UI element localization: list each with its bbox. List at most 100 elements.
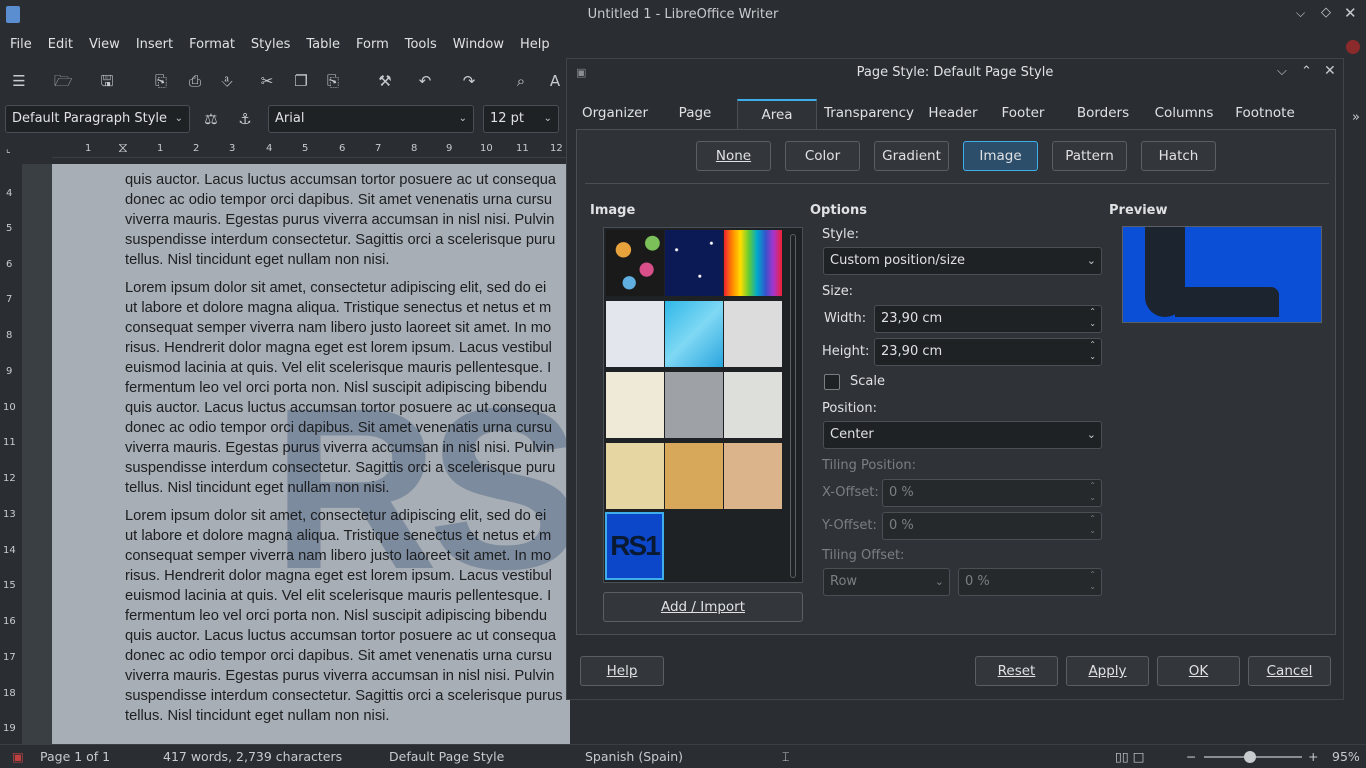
tab-columns[interactable]: Columns: [1149, 99, 1219, 130]
sidebar-close-icon[interactable]: [1346, 40, 1360, 54]
fill-none-button[interactable]: None: [696, 141, 771, 171]
print-preview-icon[interactable]: ⎀: [218, 72, 236, 90]
print-icon[interactable]: ⎙: [186, 72, 204, 90]
menu-help[interactable]: Help: [512, 30, 558, 60]
maximize-icon[interactable]: ◇: [1321, 5, 1331, 20]
zoom-slider-handle[interactable]: [1244, 751, 1256, 763]
find-icon[interactable]: ⌕: [512, 72, 530, 90]
menu-file[interactable]: File: [0, 30, 40, 60]
image-tile-pool-water[interactable]: [665, 301, 723, 367]
open-icon[interactable]: 🗁: [54, 72, 73, 90]
minimize-icon[interactable]: ⌵: [1296, 6, 1305, 21]
menu-view[interactable]: View: [81, 30, 128, 60]
undo-icon[interactable]: ↶: [416, 72, 434, 90]
add-import-button[interactable]: Add / Import: [603, 592, 803, 622]
language-status[interactable]: Spanish (Spain): [585, 749, 683, 764]
image-tile-marble[interactable]: [724, 301, 782, 367]
dialog-maximize-icon[interactable]: ⌃: [1301, 64, 1312, 79]
sidebar-toggle-icon[interactable]: ☰: [10, 72, 28, 90]
image-tile-light-texture[interactable]: [724, 372, 782, 438]
spin-arrows-icon[interactable]: ⌃ ⌄: [1089, 306, 1096, 330]
zoom-in-icon[interactable]: +: [1308, 749, 1318, 764]
redo-icon[interactable]: ↷: [460, 72, 478, 90]
image-gallery[interactable]: RS1: [603, 227, 803, 583]
image-tile-color-pencils[interactable]: [724, 230, 782, 296]
font-size-select[interactable]: 12 pt ⌄: [483, 105, 559, 133]
tab-footer[interactable]: Footer: [993, 99, 1053, 130]
scale-checkbox[interactable]: [824, 374, 840, 390]
indent-marker-icon[interactable]: ⧖: [118, 140, 128, 156]
tab-footnote[interactable]: Footnote: [1229, 99, 1301, 130]
spin-arrows-icon[interactable]: ⌃ ⌄: [1089, 339, 1096, 363]
width-field[interactable]: 23,90 cm ⌃ ⌄: [874, 305, 1102, 333]
new-style-icon[interactable]: ⚓: [236, 110, 254, 128]
cancel-button[interactable]: Cancel: [1248, 656, 1331, 686]
image-tile-painted-flowers[interactable]: [606, 230, 664, 296]
help-button[interactable]: Help: [580, 656, 664, 686]
document-text[interactable]: quis auctor. Lacus luctus accumsan torto…: [125, 170, 570, 734]
menu-form[interactable]: Form: [348, 30, 397, 60]
fill-hatch-button[interactable]: Hatch: [1141, 141, 1216, 171]
image-tile-paper-white[interactable]: [606, 301, 664, 367]
page-count[interactable]: Page 1 of 1: [40, 749, 110, 764]
document-paragraph[interactable]: Lorem ipsum dolor sit amet, consectetur …: [125, 506, 570, 726]
page-style-status[interactable]: Default Page Style: [389, 749, 504, 764]
menu-window[interactable]: Window: [445, 30, 512, 60]
zoom-slider[interactable]: [1204, 751, 1302, 763]
update-style-icon[interactable]: ⚖: [202, 110, 220, 128]
vertical-ruler[interactable]: 4 5 6 7 8 9 10 11 12 13 14 15 16 17 18 1…: [0, 164, 22, 744]
position-select[interactable]: Center ⌄: [823, 421, 1102, 449]
fill-image-button[interactable]: Image: [963, 141, 1038, 171]
tab-organizer[interactable]: Organizer: [577, 99, 653, 130]
dialog-close-icon[interactable]: ✕: [1324, 63, 1336, 79]
zoom-out-icon[interactable]: −: [1186, 749, 1196, 764]
tab-page[interactable]: Page: [665, 99, 725, 130]
clone-formatting-icon[interactable]: ⚒: [376, 72, 394, 90]
document-paragraph[interactable]: quis auctor. Lacus luctus accumsan torto…: [125, 170, 570, 270]
cut-icon[interactable]: ✂: [258, 72, 276, 90]
height-field[interactable]: 23,90 cm ⌃ ⌄: [874, 338, 1102, 366]
dialog-minimize-icon[interactable]: ⌵: [1277, 64, 1287, 79]
image-tile-cream-paper[interactable]: [606, 372, 664, 438]
tab-header[interactable]: Header: [923, 99, 983, 130]
paragraph-style-select[interactable]: Default Paragraph Style ⌄: [5, 105, 190, 133]
document-paragraph[interactable]: Lorem ipsum dolor sit amet, consectetur …: [125, 278, 570, 498]
image-tile-gray-stone[interactable]: [665, 372, 723, 438]
fill-pattern-button[interactable]: Pattern: [1052, 141, 1127, 171]
insert-mode-icon[interactable]: ⌶: [782, 749, 790, 765]
menu-insert[interactable]: Insert: [128, 30, 181, 60]
reset-button[interactable]: Reset: [975, 656, 1058, 686]
image-tile-sand[interactable]: [665, 443, 723, 509]
menu-format[interactable]: Format: [181, 30, 243, 60]
save-icon[interactable]: 🖫: [98, 72, 116, 90]
image-tile-beige[interactable]: [724, 443, 782, 509]
horizontal-ruler[interactable]: 1 ⧖ 1 2 3 4 5 6 7 8 9 10 11 12: [52, 140, 567, 158]
sidebar-expand-icon[interactable]: »: [1352, 110, 1360, 125]
copy-icon[interactable]: ❐: [292, 72, 310, 90]
tab-area[interactable]: Area: [737, 99, 817, 130]
zoom-level[interactable]: 95%: [1332, 749, 1360, 764]
apply-button[interactable]: Apply: [1066, 656, 1149, 686]
tab-borders[interactable]: Borders: [1073, 99, 1133, 130]
gallery-scrollbar[interactable]: [790, 234, 796, 578]
spelling-icon[interactable]: A: [546, 72, 564, 90]
word-count[interactable]: 417 words, 2,739 characters: [163, 749, 342, 764]
menu-edit[interactable]: Edit: [40, 30, 81, 60]
menu-styles[interactable]: Styles: [243, 30, 298, 60]
close-icon[interactable]: ✕: [1344, 4, 1357, 22]
fill-gradient-button[interactable]: Gradient: [874, 141, 949, 171]
document-page[interactable]: RS1 quis auctor. Lacus luctus accumsan t…: [52, 164, 570, 744]
font-name-select[interactable]: Arial ⌄: [268, 105, 474, 133]
paste-icon[interactable]: ⎘: [324, 72, 342, 90]
export-pdf-icon[interactable]: ⎘: [152, 72, 170, 90]
ok-button[interactable]: OK: [1157, 656, 1240, 686]
fill-color-button[interactable]: Color: [785, 141, 860, 171]
menu-tools[interactable]: Tools: [397, 30, 445, 60]
tab-transparency[interactable]: Transparency: [819, 99, 919, 130]
view-layout-icon[interactable]: ▯▯ □: [1115, 749, 1145, 764]
image-tile-rs1-selected[interactable]: RS1: [605, 512, 664, 580]
style-select[interactable]: Custom position/size ⌄: [823, 247, 1102, 275]
image-tile-night-sky[interactable]: [665, 230, 723, 296]
image-tile-parchment[interactable]: [606, 443, 664, 509]
menu-table[interactable]: Table: [298, 30, 348, 60]
